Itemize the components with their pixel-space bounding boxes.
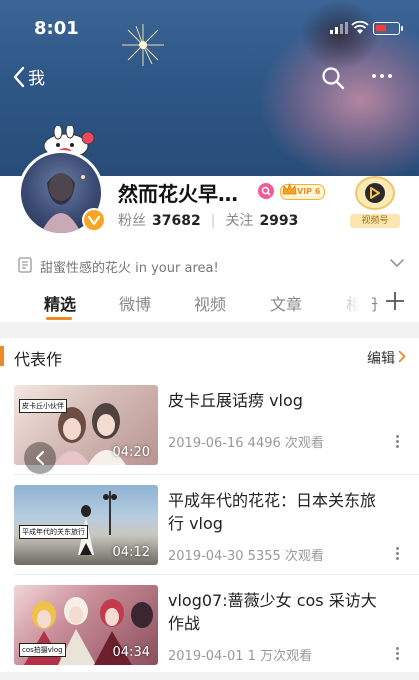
bottom-gap [0, 672, 419, 680]
followers-count: 37682 [152, 213, 201, 229]
followers-stat[interactable]: 粉丝 37682 [118, 213, 201, 229]
video-title[interactable]: 皮卡丘展话痨 vlog [168, 389, 388, 412]
chevron-down-icon[interactable] [389, 258, 405, 268]
following-label: 关注 [225, 213, 254, 229]
video-duration: 04:34 [112, 645, 150, 660]
section-title: 代表作 [14, 350, 63, 369]
member-badge-icon[interactable] [258, 183, 274, 199]
video-title[interactable]: vlog07:蔷薇少女 cos 采访大作战 [168, 589, 388, 635]
video-item[interactable]: 平成年代的关东旅行 04:12 平成年代的花花：日本关东旅行 vlog 2019… [0, 475, 419, 573]
signal-icon [330, 22, 348, 34]
battery-icon [373, 22, 403, 35]
profile-stats: 粉丝 37682 | 关注 2993 [118, 210, 298, 230]
bio-row[interactable]: 甜蜜性感的花火 in your area! [0, 248, 419, 282]
profile-name: 然而花火早… [118, 182, 238, 206]
tab-weibo[interactable]: 微博 [119, 291, 151, 315]
section-header: 代表作 编辑 [0, 338, 419, 374]
video-thumbnail[interactable]: 平成年代的关东旅行 04:12 [14, 485, 158, 565]
video-thumbnail[interactable]: cos拍摄vlog 04:34 [14, 585, 158, 665]
crown-icon [282, 183, 297, 195]
video-tag: cos拍摄vlog [19, 643, 66, 657]
section-accent-bar [0, 346, 4, 366]
video-more-icon[interactable] [396, 435, 399, 448]
back-label: 我 [28, 69, 45, 89]
search-icon[interactable] [321, 66, 345, 90]
more-icon[interactable] [372, 74, 392, 78]
document-icon [18, 257, 32, 273]
status-time: 8:01 [34, 18, 79, 39]
followers-label: 粉丝 [118, 213, 146, 229]
vip-label: VIP 6 [297, 187, 321, 196]
add-tab-icon[interactable] [384, 290, 406, 312]
bio-text: 甜蜜性感的花火 in your area! [40, 261, 219, 276]
video-more-icon[interactable] [396, 547, 399, 560]
vip-badge[interactable]: VIP 6 [280, 183, 326, 200]
video-meta: 2019-06-16 4496 次观看 [168, 436, 324, 451]
video-tag: 皮卡丘小伙伴 [19, 399, 67, 413]
tab-featured[interactable]: 精选 [44, 291, 76, 315]
carousel-prev-button[interactable] [24, 442, 56, 474]
wifi-icon [351, 21, 369, 34]
video-account-label: 视频号 [350, 214, 400, 228]
active-tab-indicator [46, 317, 72, 320]
video-account-button[interactable]: 视频号 [350, 176, 400, 228]
video-item[interactable]: cos拍摄vlog 04:34 vlog07:蔷薇少女 cos 采访大作战 20… [0, 575, 419, 673]
video-duration: 04:20 [112, 445, 150, 460]
following-stat[interactable]: 关注 2993 [225, 213, 298, 229]
profile-tabs: 精选 微博 视频 文章 相册 [0, 282, 419, 322]
video-meta: 2019-04-30 5355 次观看 [168, 549, 324, 564]
video-meta: 2019-04-01 1 万次观看 [168, 649, 313, 664]
avatar-container[interactable] [18, 126, 106, 236]
tab-articles[interactable]: 文章 [270, 291, 302, 315]
back-button[interactable]: 我 [12, 64, 45, 89]
video-title[interactable]: 平成年代的花花：日本关东旅行 vlog [168, 489, 388, 535]
chevron-left-icon [13, 66, 25, 87]
video-tag: 平成年代的关东旅行 [19, 525, 88, 539]
video-duration: 04:12 [112, 545, 150, 560]
chevron-left-icon [36, 451, 44, 465]
video-account-icon [355, 176, 395, 210]
video-more-icon[interactable] [396, 647, 399, 660]
status-bar: 8:01 [0, 0, 419, 58]
tab-fade-overlay [332, 282, 372, 322]
video-item[interactable]: 皮卡丘小伙伴 04:20 皮卡丘展话痨 vlog 2019-06-16 4496… [0, 375, 419, 473]
tab-videos[interactable]: 视频 [194, 291, 226, 315]
stats-divider: | [210, 213, 216, 229]
chevron-right-icon[interactable] [398, 350, 406, 363]
verified-badge-icon [82, 208, 106, 232]
following-count: 2993 [259, 213, 299, 229]
section-gap [0, 322, 419, 338]
edit-button[interactable]: 编辑 [367, 348, 395, 368]
